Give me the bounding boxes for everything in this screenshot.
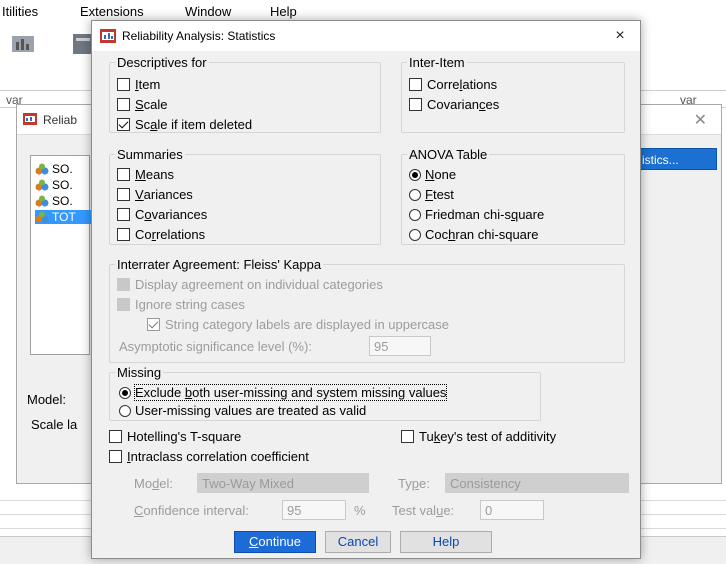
background-menubar: Itilities Extensions Window Help <box>0 0 726 22</box>
checkbox-box[interactable] <box>117 168 130 181</box>
checkbox-box[interactable] <box>409 78 422 91</box>
menu-utilities[interactable]: Itilities <box>2 4 38 19</box>
scale-label: Scale la <box>31 417 78 432</box>
variable-list[interactable]: SO. SO. SO. TOT <box>30 155 91 355</box>
radio-dot[interactable] <box>409 228 421 241</box>
hotelling-t-square-checkbox[interactable]: Hotellin g's T-square <box>109 429 241 444</box>
interrater-legend: Interrater Agreement: Fleiss' Kappa <box>117 257 322 272</box>
scale-variable-icon <box>35 179 49 191</box>
menu-extensions[interactable]: Extensions <box>80 4 144 19</box>
asymptotic-significance-input[interactable]: 95 <box>369 336 431 356</box>
radio-dot[interactable] <box>119 404 131 417</box>
display-agreement-checkbox[interactable]: Display agreement on individual categori… <box>117 277 383 292</box>
checkbox-box[interactable] <box>117 228 130 241</box>
statistics-button[interactable]: istics... <box>635 148 717 170</box>
test-value-input[interactable]: 0 <box>480 500 544 520</box>
scale-variable-icon <box>35 163 49 175</box>
help-button[interactable]: Help <box>400 531 492 553</box>
correlations-checkbox[interactable]: Co r relations <box>117 227 205 242</box>
test-value-label: Test value: <box>392 503 455 518</box>
scale-variable-icon <box>35 195 49 207</box>
icc-type-select[interactable]: Consistency <box>445 473 629 493</box>
item-checkbox[interactable]: Item <box>117 77 160 92</box>
confidence-interval-unit: % <box>354 503 366 518</box>
anova-legend: ANOVA Table <box>409 147 488 162</box>
list-item[interactable]: SO. <box>35 162 91 176</box>
user-missing-valid-radio[interactable]: User-missing values are treated as valid <box>119 403 366 418</box>
continue-button[interactable]: Continue <box>234 531 316 553</box>
icc-model-label: Model: <box>134 476 174 491</box>
variable-label: SO. <box>52 178 73 192</box>
exclude-missing-label: Exclude both user-missing and system mis… <box>133 384 448 401</box>
inter-item-correlations-checkbox[interactable]: Corre l ations <box>409 77 497 92</box>
ignore-string-cases-checkbox[interactable]: Ignore string cases <box>117 297 245 312</box>
dialog-title: Reliability Analysis: Statistics <box>122 29 276 43</box>
spss-app-icon <box>100 29 116 43</box>
checkbox-box[interactable] <box>109 450 122 463</box>
list-item[interactable]: SO. <box>35 178 91 192</box>
confidence-interval-label: Confidence interval: <box>134 503 249 518</box>
checkbox-box[interactable] <box>117 208 130 221</box>
icc-type-label: Type: <box>398 476 430 491</box>
anova-cochran-radio[interactable]: Coc h ran chi-square <box>409 227 538 242</box>
asymptotic-significance-label: Asymptotic significance level (%): <box>119 339 312 354</box>
statistics-dialog: Reliability Analysis: Statistics × Descr… <box>91 20 641 559</box>
spss-app-icon <box>23 113 37 125</box>
background-dialog-title: Reliab <box>43 113 78 127</box>
checkbox-box[interactable] <box>117 278 130 291</box>
anova-friedman-radio[interactable]: Friedman chi-s q uare <box>409 207 544 222</box>
close-icon[interactable]: ✕ <box>694 110 707 130</box>
radio-dot[interactable] <box>409 208 421 221</box>
checkbox-box[interactable] <box>401 430 414 443</box>
missing-legend: Missing <box>117 365 162 380</box>
radio-dot[interactable] <box>409 168 421 181</box>
checkbox-box[interactable] <box>117 98 130 111</box>
model-label: Model: <box>27 392 67 407</box>
checkbox-box[interactable] <box>117 298 130 311</box>
variable-label: SO. <box>52 162 73 176</box>
menu-help[interactable]: Help <box>270 4 297 19</box>
checkbox-box[interactable] <box>117 78 130 91</box>
variable-label: SO. <box>52 194 73 208</box>
cancel-button[interactable]: Cancel <box>325 531 391 553</box>
uppercase-labels-checkbox[interactable]: String category labels are displayed in … <box>147 317 449 332</box>
list-item[interactable]: SO. <box>35 194 91 208</box>
scale-variable-icon <box>35 211 49 223</box>
checkbox-box[interactable] <box>117 118 130 131</box>
anova-f-test-radio[interactable]: F test <box>409 187 454 202</box>
scale-checkbox[interactable]: Scale <box>117 97 168 112</box>
dialog-titlebar: Reliability Analysis: Statistics × <box>92 21 640 51</box>
descriptives-legend: Descriptives for <box>117 55 207 70</box>
anova-none-radio[interactable]: None <box>409 167 456 182</box>
confidence-interval-input[interactable]: 95 <box>282 500 346 520</box>
summaries-legend: Summaries <box>117 147 183 162</box>
tukey-additivity-checkbox[interactable]: Tu k ey's test of additivity <box>401 429 556 444</box>
exclude-missing-radio[interactable]: Exclude both user-missing and system mis… <box>119 384 448 401</box>
variable-label: TOT <box>52 210 76 224</box>
list-item[interactable]: TOT <box>35 210 91 224</box>
covariances-checkbox[interactable]: Co variances <box>117 207 207 222</box>
inter-item-legend: Inter-Item <box>409 55 465 70</box>
checkbox-box[interactable] <box>409 98 422 111</box>
checkbox-box[interactable] <box>109 430 122 443</box>
radio-dot[interactable] <box>409 188 421 201</box>
inter-item-covariances-checkbox[interactable]: Covarian c es <box>409 97 499 112</box>
means-checkbox[interactable]: Means <box>117 167 174 182</box>
checkbox-box[interactable] <box>147 318 160 331</box>
menu-window[interactable]: Window <box>185 4 231 19</box>
icc-model-select[interactable]: Two-Way Mixed <box>197 473 369 493</box>
variances-checkbox[interactable]: Variances <box>117 187 193 202</box>
scale-if-item-deleted-checkbox[interactable]: Sc a le if item deleted <box>117 117 252 132</box>
intraclass-correlation-checkbox[interactable]: Intraclass correlation coefficient <box>109 449 309 464</box>
radio-dot[interactable] <box>119 386 131 399</box>
inter-item-group: Inter-Item <box>401 55 625 133</box>
close-button[interactable]: × <box>600 21 640 51</box>
checkbox-box[interactable] <box>117 188 130 201</box>
chart-icon[interactable] <box>10 30 36 56</box>
